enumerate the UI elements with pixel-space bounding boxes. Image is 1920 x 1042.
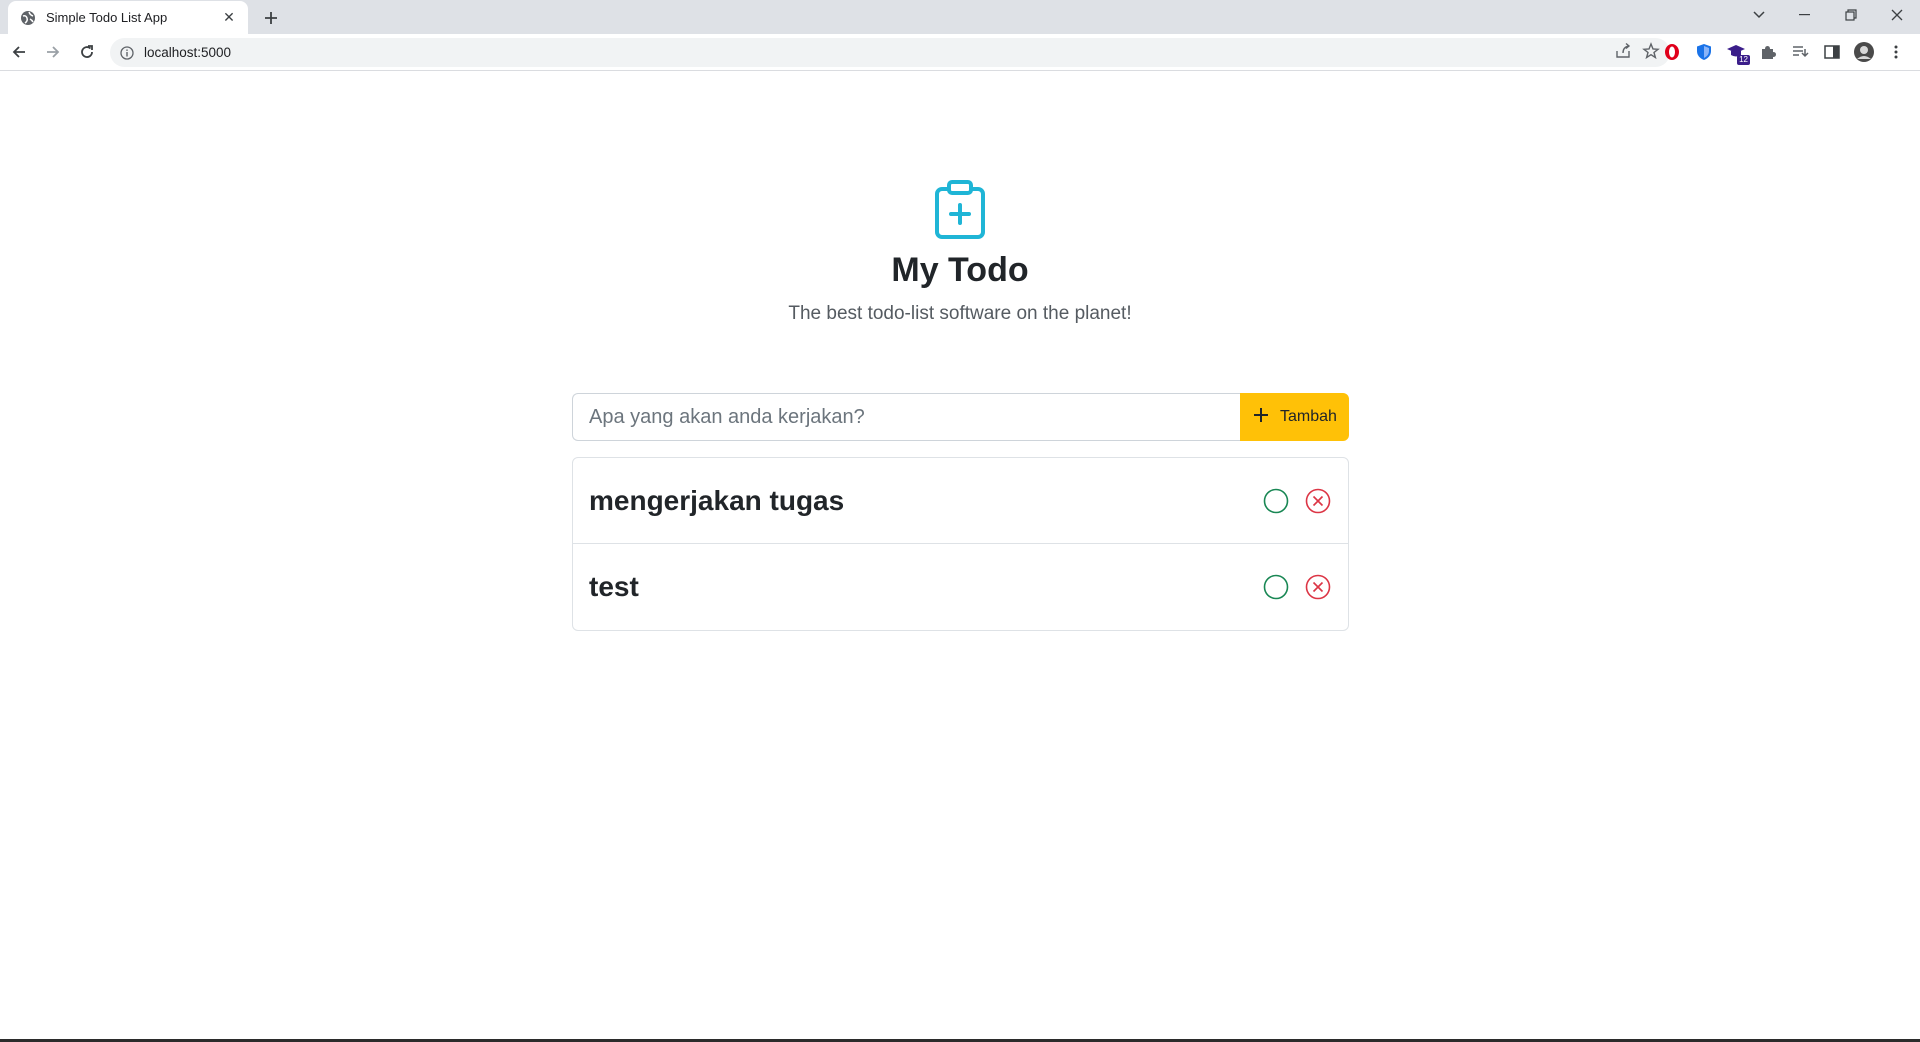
plus-icon xyxy=(1252,406,1270,429)
extension-badge: 12 xyxy=(1737,55,1750,65)
page-title: My Todo xyxy=(891,251,1029,289)
add-todo-form: Tambah xyxy=(572,393,1349,441)
add-todo-button[interactable]: Tambah xyxy=(1240,393,1349,441)
bookmark-star-icon[interactable] xyxy=(1642,42,1660,65)
reload-button[interactable] xyxy=(72,37,102,67)
url-text: localhost:5000 xyxy=(144,45,232,60)
forward-button[interactable] xyxy=(38,37,68,67)
side-panel-icon[interactable] xyxy=(1820,38,1844,66)
browser-chrome: Simple Todo List App ✕ localhost:5000 12 xyxy=(0,0,1920,71)
browser-menu-icon[interactable] xyxy=(1884,38,1908,66)
back-button[interactable] xyxy=(4,37,34,67)
delete-x-circle-icon[interactable] xyxy=(1304,573,1332,601)
tab-strip: Simple Todo List App ✕ xyxy=(0,0,1920,34)
restore-icon[interactable] xyxy=(1828,0,1874,30)
todo-text: test xyxy=(589,571,639,602)
profile-avatar[interactable] xyxy=(1852,38,1876,66)
reading-list-icon[interactable] xyxy=(1788,38,1812,66)
share-icon[interactable] xyxy=(1614,42,1632,65)
new-tab-button[interactable] xyxy=(258,5,284,31)
page-subtitle: The best todo-list software on the plane… xyxy=(788,303,1132,324)
clipboard-plus-icon xyxy=(933,179,987,241)
delete-x-circle-icon[interactable] xyxy=(1304,487,1332,515)
complete-circle-icon[interactable] xyxy=(1262,573,1290,601)
tab-search-icon[interactable] xyxy=(1736,0,1782,30)
browser-tab[interactable]: Simple Todo List App ✕ xyxy=(8,1,248,34)
site-info-icon[interactable] xyxy=(118,44,136,62)
todo-input[interactable] xyxy=(572,393,1240,441)
app-page: My Todo The best todo-list software on t… xyxy=(0,71,1920,1042)
globe-icon xyxy=(20,10,36,26)
address-bar[interactable]: localhost:5000 xyxy=(110,38,1670,67)
minimize-icon[interactable] xyxy=(1782,0,1828,30)
add-button-label: Tambah xyxy=(1280,408,1337,425)
tab-title: Simple Todo List App xyxy=(46,10,168,25)
close-window-icon[interactable] xyxy=(1874,0,1920,30)
puzzle-extensions-icon[interactable] xyxy=(1756,38,1780,66)
graduation-extension-icon[interactable]: 12 xyxy=(1724,38,1750,66)
list-item: mengerjakan tugas xyxy=(573,458,1348,544)
browser-toolbar: localhost:5000 12 xyxy=(0,34,1920,71)
shield-extension-icon[interactable] xyxy=(1692,38,1716,66)
list-item: test xyxy=(573,544,1348,630)
complete-circle-icon[interactable] xyxy=(1262,487,1290,515)
close-tab-icon[interactable]: ✕ xyxy=(220,9,238,27)
opera-extension-icon[interactable] xyxy=(1660,38,1684,66)
todo-text: mengerjakan tugas xyxy=(589,484,845,516)
todo-list: mengerjakan tugas test xyxy=(572,457,1349,631)
